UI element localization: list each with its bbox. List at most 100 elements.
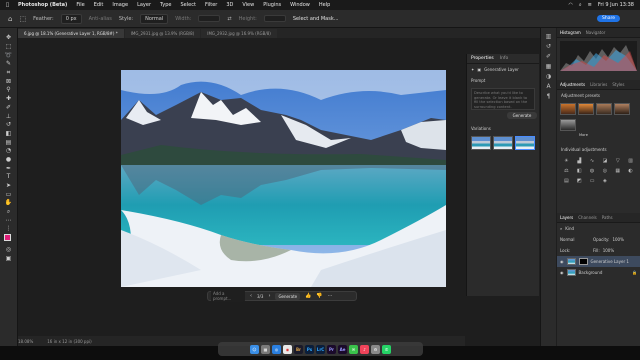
tab-img-2932[interactable]: IMG_2932.jpg @ 16.9% (RGB/8)	[201, 29, 277, 38]
control-center-icon[interactable]: ≡	[588, 2, 592, 8]
preset-thumbnail[interactable]	[614, 103, 630, 115]
tab-navigator[interactable]: Navigator	[586, 30, 606, 35]
preset-thumbnail[interactable]	[560, 103, 576, 115]
preset-more-link[interactable]: More	[557, 133, 640, 140]
hand-tool-icon[interactable]: ✋	[3, 199, 15, 208]
brightness-icon[interactable]: ☀	[561, 158, 572, 164]
music-icon[interactable]: ♪	[360, 344, 369, 354]
shape-tool-icon[interactable]: ▭	[3, 190, 15, 199]
tab-channels[interactable]: Channels	[578, 215, 597, 220]
brush-tool-icon[interactable]: ✐	[3, 104, 15, 113]
swap-icon[interactable]: ⇄	[227, 16, 231, 22]
character-panel-icon[interactable]: A	[546, 84, 550, 90]
opacity-value[interactable]: 100%	[612, 237, 623, 242]
more-tools-icon[interactable]: ⋯	[3, 216, 15, 225]
color-swatches[interactable]	[3, 233, 15, 246]
eye-icon[interactable]: ◉	[560, 270, 564, 275]
foreground-color-swatch[interactable]	[3, 233, 11, 241]
photoshop-icon[interactable]: Ps	[305, 344, 314, 354]
preset-thumbnail[interactable]	[596, 103, 612, 115]
messages-icon[interactable]: ✉	[349, 344, 358, 354]
lasso-tool-icon[interactable]: ➰	[3, 51, 15, 60]
menu-datetime[interactable]: Fri 9 Jun 13:38	[598, 2, 634, 8]
layer-row-background[interactable]: ◉ Background 🔒	[557, 267, 640, 278]
history-brush-icon[interactable]: ↺	[3, 121, 15, 130]
vibrance-icon[interactable]: ▽	[612, 158, 623, 164]
pen-tool-icon[interactable]: ✒	[3, 164, 15, 173]
tab-6-jpg[interactable]: 6.jpg @ 18.1% (Generative Layer 1, RGB/8…	[18, 29, 124, 38]
menu-window[interactable]: Window	[290, 2, 310, 8]
document-size[interactable]: 16 in x 12 in (300 ppi)	[47, 339, 91, 344]
generative-prompt-input[interactable]: Add a prompt...	[211, 290, 245, 302]
gradient-tool-icon[interactable]: ▤	[3, 138, 15, 147]
black-white-icon[interactable]: ◧	[574, 168, 585, 174]
screen-mode-icon[interactable]: ▣	[3, 255, 15, 264]
eyedropper-tool-icon[interactable]: ⚲	[3, 86, 15, 95]
blur-tool-icon[interactable]: ◔	[3, 147, 15, 156]
zoom-tool-icon[interactable]: ⌕	[3, 208, 15, 217]
preset-thumbnail[interactable]	[560, 119, 576, 131]
frame-tool-icon[interactable]: ⊠	[3, 77, 15, 86]
history-panel-icon[interactable]: ↺	[546, 44, 551, 50]
color-panel-icon[interactable]: ◑	[546, 74, 551, 80]
channel-mixer-icon[interactable]: ◎	[599, 168, 610, 174]
threshold-icon[interactable]: ◩	[574, 178, 585, 184]
after-effects-icon[interactable]: Ae	[338, 344, 347, 354]
properties-generate-button[interactable]: Generate	[507, 112, 537, 119]
more-options-icon[interactable]: ⋯	[328, 293, 333, 299]
eye-icon[interactable]: ◉	[560, 259, 564, 264]
quick-mask-icon[interactable]: ◎	[3, 246, 15, 255]
posterize-icon[interactable]: ▤	[561, 178, 572, 184]
tab-adjustments[interactable]: Adjustments	[560, 82, 585, 87]
eraser-tool-icon[interactable]: ◧	[3, 130, 15, 139]
menu-plugins[interactable]: Plugins	[263, 2, 281, 8]
menu-select[interactable]: Select	[181, 2, 196, 8]
menu-help[interactable]: Help	[319, 2, 330, 8]
share-button[interactable]: Share	[597, 15, 620, 22]
menu-app-name[interactable]: Photoshop (Beta)	[18, 2, 67, 8]
path-select-tool-icon[interactable]: ➤	[3, 182, 15, 191]
blend-mode-select[interactable]: Normal	[560, 237, 590, 242]
fill-value[interactable]: 100%	[603, 248, 614, 253]
finder-icon[interactable]: ☺	[250, 344, 259, 354]
next-variation-icon[interactable]: ›	[268, 293, 270, 299]
menu-edit[interactable]: Edit	[94, 2, 104, 8]
apple-icon[interactable]: 	[6, 2, 9, 8]
height-input[interactable]	[263, 15, 286, 22]
levels-icon[interactable]: ▟	[574, 158, 585, 164]
photo-filter-icon[interactable]: ◍	[587, 168, 598, 174]
wifi-icon[interactable]: ◠	[568, 2, 572, 8]
thumbs-down-icon[interactable]: 👎	[316, 293, 322, 299]
settings-icon[interactable]: ⚙	[371, 344, 380, 354]
marquee-tool-icon[interactable]: ⬚	[3, 43, 15, 52]
marquee-tool-icon[interactable]: ⬚	[19, 15, 26, 23]
style-select[interactable]: Normal	[140, 13, 169, 24]
zoom-level[interactable]: 18.08%	[18, 339, 33, 344]
variation-thumbnail[interactable]	[493, 136, 513, 150]
menu-layer[interactable]: Layer	[137, 2, 151, 8]
healing-brush-icon[interactable]: ✚	[3, 95, 15, 104]
menu-type[interactable]: Type	[160, 2, 171, 8]
color-balance-icon[interactable]: ⚖	[561, 168, 572, 174]
menu-filter[interactable]: Filter	[205, 2, 217, 8]
tab-histogram[interactable]: Histogram	[560, 30, 581, 35]
select-and-mask-button[interactable]: Select and Mask...	[293, 16, 339, 22]
histogram-panel-icon[interactable]: ▥	[546, 34, 552, 40]
home-icon[interactable]: ⌂	[8, 15, 12, 23]
selective-color-icon[interactable]: ◈	[599, 178, 610, 184]
invert-icon[interactable]: ◐	[625, 168, 636, 174]
tab-libraries[interactable]: Libraries	[590, 82, 607, 87]
tab-styles[interactable]: Styles	[612, 82, 624, 87]
bridge-icon[interactable]: Br	[294, 344, 303, 354]
preset-thumbnail[interactable]	[578, 103, 594, 115]
swatches-panel-icon[interactable]: ▦	[546, 64, 552, 70]
menu-3d[interactable]: 3D	[226, 2, 233, 8]
premiere-icon[interactable]: Pr	[327, 344, 336, 354]
edit-toolbar-icon[interactable]: ⋮	[3, 225, 15, 234]
layer-row-generative[interactable]: ◉ Generative Layer 1	[557, 256, 640, 267]
menu-image[interactable]: Image	[112, 2, 128, 8]
tab-properties[interactable]: Properties	[471, 56, 494, 61]
tab-paths[interactable]: Paths	[602, 215, 613, 220]
crop-tool-icon[interactable]: ⌗	[3, 69, 15, 78]
tab-info[interactable]: Info	[500, 56, 509, 61]
